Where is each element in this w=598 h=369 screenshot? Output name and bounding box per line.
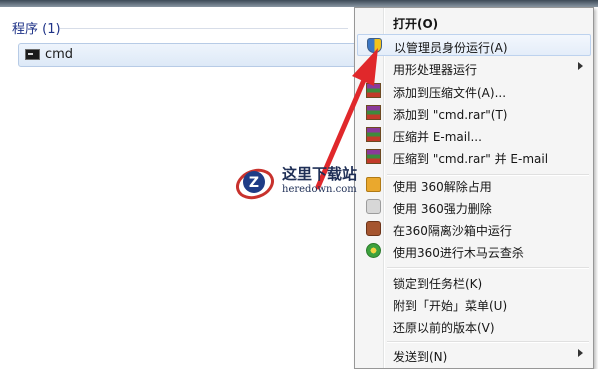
- menu-item-run-as-admin[interactable]: 以管理员身份运行(A): [357, 34, 591, 56]
- menu-separator: [387, 341, 589, 343]
- 360-scan-icon: [366, 243, 381, 258]
- menu-item-label: 附到「开始」菜单(U): [393, 299, 508, 313]
- menu-item-compress-email[interactable]: 压缩并 E-mail...: [357, 124, 591, 146]
- site-watermark: Z 这里下载站 heredown.com: [230, 160, 370, 208]
- svg-text:Z: Z: [249, 175, 259, 191]
- menu-item-label: 添加到 "cmd.rar"(T): [393, 108, 508, 122]
- submenu-arrow-icon: [578, 62, 583, 70]
- menu-item-restore-previous[interactable]: 还原以前的版本(V): [357, 315, 591, 337]
- program-result-label: cmd: [45, 47, 74, 62]
- menu-item-label: 使用 360强力删除: [393, 202, 492, 216]
- cmd-icon: [25, 49, 40, 60]
- submenu-arrow-icon: [578, 349, 583, 357]
- section-divider: [60, 28, 348, 29]
- winrar-icon: [366, 127, 381, 142]
- menu-item-pin-taskbar[interactable]: 锁定到任务栏(K): [357, 271, 591, 293]
- menu-item-add-to-cmd-rar[interactable]: 添加到 "cmd.rar"(T): [357, 102, 591, 124]
- menu-item-label: 锁定到任务栏(K): [393, 277, 483, 291]
- menu-item-label: 压缩到 "cmd.rar" 并 E-mail: [393, 152, 549, 166]
- menu-item-add-to-archive[interactable]: 添加到压缩文件(A)...: [357, 80, 591, 102]
- menu-item-label: 还原以前的版本(V): [393, 321, 495, 335]
- menu-item-label: 打开(O): [393, 17, 439, 31]
- menu-item-open[interactable]: 打开(O): [357, 11, 591, 33]
- menu-item-send-to[interactable]: 发送到(N): [357, 344, 591, 366]
- watermark-title: 这里下载站: [282, 165, 358, 183]
- menu-item-label: 用形处理器运行: [393, 63, 478, 77]
- menu-item-360-sandbox[interactable]: 在360隔离沙箱中运行: [357, 218, 591, 240]
- context-menu: 打开(O) 以管理员身份运行(A) 用形处理器运行 添加到压缩文件(A)... …: [354, 7, 594, 369]
- menu-item-360-unlock[interactable]: 使用 360解除占用: [357, 174, 591, 196]
- menu-item-label: 使用 360解除占用: [393, 180, 492, 194]
- winrar-icon: [366, 105, 381, 120]
- heredown-logo-icon: Z: [236, 168, 274, 200]
- menu-item-360-force-delete[interactable]: 使用 360强力删除: [357, 196, 591, 218]
- winrar-icon: [366, 83, 381, 98]
- menu-item-compress-rar-email[interactable]: 压缩到 "cmd.rar" 并 E-mail: [357, 146, 591, 168]
- menu-item-label: 发送到(N): [393, 350, 448, 364]
- menu-item-pin-start[interactable]: 附到「开始」菜单(U): [357, 293, 591, 315]
- menu-item-label: 使用360进行木马云查杀: [393, 246, 524, 260]
- menu-item-label: 添加到压缩文件(A)...: [393, 86, 507, 100]
- menu-item-label: 在360隔离沙箱中运行: [393, 224, 512, 238]
- menu-item-run-with-gpu[interactable]: 用形处理器运行: [357, 57, 591, 79]
- programs-section-header: 程序 (1): [12, 22, 61, 37]
- menu-item-label: 压缩并 E-mail...: [393, 130, 482, 144]
- watermark-url: heredown.com: [282, 184, 357, 195]
- menu-item-360-trojan-scan[interactable]: 使用360进行木马云查杀: [357, 240, 591, 262]
- program-result-cmd[interactable]: cmd: [18, 43, 368, 67]
- window-top-edge: [0, 0, 598, 7]
- menu-item-label: 以管理员身份运行(A): [394, 41, 508, 55]
- menu-separator: [387, 267, 589, 269]
- 360-sandbox-icon: [366, 221, 381, 236]
- uac-shield-icon: [367, 38, 382, 53]
